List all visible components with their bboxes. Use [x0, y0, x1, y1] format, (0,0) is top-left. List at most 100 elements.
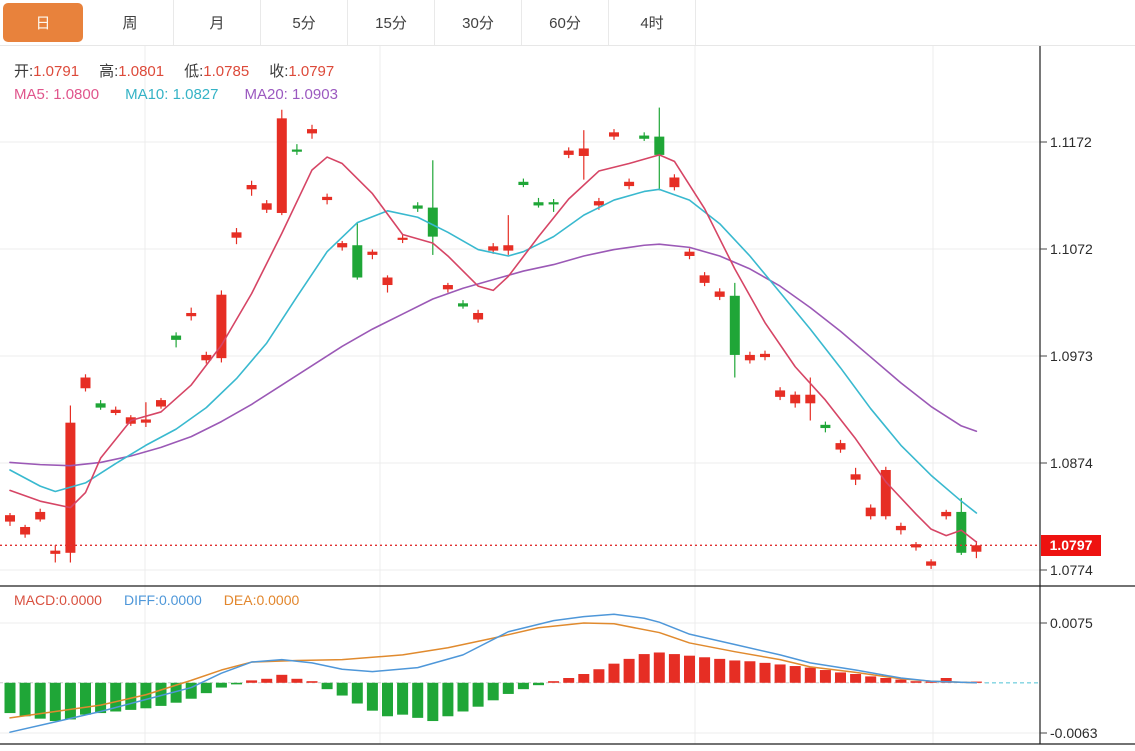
candle-body — [895, 525, 906, 531]
candle-body — [261, 203, 272, 210]
candle-body — [458, 303, 468, 307]
candle-body — [80, 377, 91, 389]
candle-body — [941, 511, 952, 517]
candle-body — [352, 245, 363, 278]
candle-body — [926, 561, 937, 566]
macd-bar — [789, 666, 801, 683]
candle-body — [307, 129, 317, 134]
macd-bar — [533, 682, 544, 686]
candle-body — [140, 419, 151, 423]
candle-body — [820, 424, 831, 429]
candle-body — [291, 149, 302, 152]
candle-body — [654, 136, 665, 155]
candle-body — [971, 545, 982, 552]
macd-legend: MACD:0.0000 DIFF:0.0000 DEA:0.0000 — [14, 592, 299, 608]
macd-bar — [306, 681, 318, 683]
high-value: 1.0801 — [118, 63, 165, 80]
price-axis: 1.1172 1.1072 1.0973 1.0874 1.0774 0.0075 -0.0… — [1040, 134, 1098, 741]
macd-bar — [563, 678, 575, 683]
candle-body — [835, 443, 846, 450]
close-label: 收: — [269, 63, 289, 80]
chart-canvas[interactable]: 1.1172 1.1072 1.0973 1.0874 1.0774 0.0075 -0.0… — [0, 0, 1135, 751]
candle-body — [397, 237, 408, 240]
candle-body — [699, 275, 710, 283]
macd-bar — [819, 670, 831, 683]
axis-tick-label: 1.1072 — [1050, 241, 1093, 257]
tab-30min[interactable]: 30分 — [435, 0, 522, 45]
macd-bar — [880, 678, 892, 683]
candle-body — [790, 394, 801, 404]
macd-bar — [397, 682, 409, 715]
candle-body — [427, 207, 438, 237]
macd-bar — [804, 667, 816, 683]
macd-bar — [729, 660, 741, 683]
macd-bar — [261, 678, 273, 683]
candle-body — [760, 353, 770, 358]
macd-bar — [502, 682, 514, 694]
macd-bar — [276, 674, 288, 683]
ma5-line — [9, 154, 978, 543]
candle-body — [533, 202, 544, 206]
ma-legend: MA5: 1.0800 MA10: 1.0827 MA20: 1.0903 — [14, 86, 338, 103]
macd-bar — [4, 682, 16, 714]
ma5-legend: MA5: 1.0800 — [14, 86, 100, 103]
macd-bar — [49, 682, 61, 722]
candle-body — [609, 132, 619, 137]
macd-value-label: MACD:0.0000 — [14, 592, 102, 608]
candle-body — [382, 277, 393, 286]
candle-body — [624, 181, 635, 187]
axis-tick-label: 1.0973 — [1050, 348, 1093, 364]
open-label: 开: — [14, 63, 34, 80]
low-label: 低: — [184, 63, 204, 80]
low-value: 1.0785 — [203, 63, 250, 80]
candle-body — [639, 135, 650, 139]
tab-60min[interactable]: 60分 — [522, 0, 609, 45]
macd-bar — [699, 657, 711, 683]
candle-body — [276, 118, 287, 213]
macd-histogram — [4, 652, 982, 722]
candle-body — [669, 177, 680, 188]
candle-body — [156, 400, 166, 407]
candle-body — [850, 474, 861, 480]
candle-body — [593, 201, 604, 206]
candle-body — [563, 150, 574, 155]
candle-body — [578, 148, 589, 156]
tab-4hour[interactable]: 4时 — [609, 0, 696, 45]
tab-week[interactable]: 周 — [87, 0, 174, 45]
macd-bar — [125, 682, 137, 710]
close-value: 1.0797 — [288, 63, 335, 80]
ma10-legend: MA10: 1.0827 — [125, 86, 219, 103]
macd-bar — [412, 682, 424, 718]
candle-body — [110, 409, 121, 413]
macd-bar — [321, 682, 333, 690]
tab-day[interactable]: 日 — [3, 3, 83, 42]
macd-bar — [200, 682, 212, 694]
candle-body — [442, 285, 453, 290]
macd-bar — [895, 679, 907, 683]
tab-month[interactable]: 月 — [174, 0, 261, 45]
axis-tick-label: 1.1172 — [1050, 134, 1092, 150]
macd-bar — [231, 682, 242, 685]
macd-bar — [910, 681, 922, 683]
macd-bar — [578, 674, 590, 683]
candle-body — [171, 335, 182, 340]
macd-bar — [835, 672, 846, 683]
macd-bar — [653, 652, 665, 683]
macd-bar — [336, 682, 348, 696]
gridlines-layer — [0, 46, 1040, 744]
macd-bar — [80, 682, 91, 715]
axis-tick-label: 1.0774 — [1050, 562, 1093, 578]
tab-15min[interactable]: 15分 — [348, 0, 435, 45]
macd-bar — [246, 680, 258, 683]
candle-body — [503, 245, 514, 251]
macd-lines-layer — [9, 613, 978, 733]
macd-bar — [638, 654, 650, 683]
macd-bar — [64, 682, 76, 720]
macd-bar — [382, 682, 393, 717]
candle-body — [744, 354, 755, 361]
macd-bar — [850, 674, 862, 683]
macd-bar — [714, 658, 726, 683]
macd-bar — [442, 682, 454, 717]
candle-body — [714, 291, 725, 297]
tab-5min[interactable]: 5分 — [261, 0, 348, 45]
